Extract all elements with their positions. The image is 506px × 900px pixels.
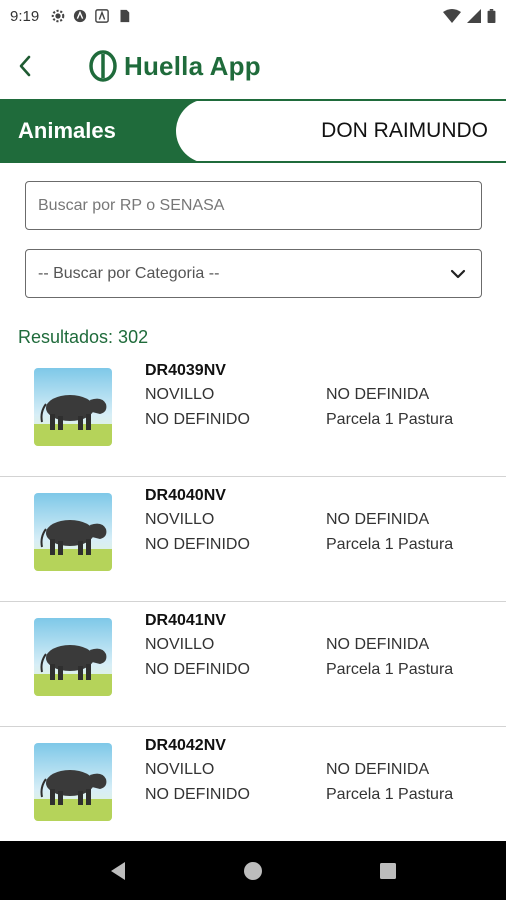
animal-location: Parcela 1 Pastura [326,786,454,803]
animal-list-item[interactable]: DR4040NV NOVILLO NO DEFINIDO NO DEFINIDA… [0,477,506,602]
cow-thumbnail-icon [34,493,112,571]
signal-icon [467,9,481,23]
animal-rp: DR4040NV [145,487,226,504]
animal-rp: DR4041NV [145,612,226,629]
chevron-left-icon [19,55,31,77]
animal-status: NO DEFINIDA [326,511,430,528]
animal-category: NOVILLO [145,761,215,778]
triangle-back-icon [110,861,125,880]
animal-status: NO DEFINIDA [326,761,430,778]
app-bar: Huella App [0,36,506,96]
cow-thumbnail-icon [34,368,112,446]
battery-icon [487,9,496,23]
section-header: Animales DON RAIMUNDO [0,99,506,163]
animal-breed: NO DEFINIDO [145,661,250,678]
font-notification-icon [95,9,110,23]
category-dropdown[interactable]: -- Buscar por Categoria -- [25,249,482,298]
back-button[interactable] [0,36,50,96]
search-field[interactable] [25,181,482,230]
animal-list-item[interactable]: DR4041NV NOVILLO NO DEFINIDO NO DEFINIDA… [0,602,506,727]
animal-list-item[interactable]: DR4039NV NOVILLO NO DEFINIDO NO DEFINIDA… [0,352,506,477]
system-nav-bar [0,841,506,900]
status-right-icons [443,9,496,23]
animal-category: NOVILLO [145,386,215,403]
animal-breed: NO DEFINIDO [145,786,250,803]
animal-category: NOVILLO [145,511,215,528]
wifi-icon [443,9,461,23]
nav-back-button[interactable] [98,851,138,891]
header-curve [176,101,246,161]
results-count: Resultados: 302 [18,327,149,347]
status-left-icons [51,9,131,23]
settings-icon [51,9,65,23]
app-title: Huella App [124,50,261,81]
animal-list: DR4039NV NOVILLO NO DEFINIDO NO DEFINIDA… [0,352,506,852]
search-input[interactable] [38,196,481,215]
farm-name[interactable]: DON RAIMUNDO [321,101,488,161]
animal-location: Parcela 1 Pastura [326,536,454,553]
app-logo: Huella App [88,49,261,83]
nav-home-button[interactable] [233,851,273,891]
circle-home-icon [243,861,262,880]
category-selected-value: -- Buscar por Categoria -- [38,264,220,282]
status-bar: 9:19 [0,0,506,32]
animal-status: NO DEFINIDA [326,636,430,653]
animal-rp: DR4042NV [145,737,226,754]
animal-breed: NO DEFINIDO [145,536,250,553]
chevron-down-icon [450,269,466,278]
animal-list-item[interactable]: DR4042NV NOVILLO NO DEFINIDO NO DEFINIDA… [0,727,506,852]
square-recents-icon [380,862,397,879]
fingerprint-logo-icon [89,50,117,82]
tab-animales[interactable]: Animales [0,101,200,161]
animal-location: Parcela 1 Pastura [326,661,454,678]
app-notification-icon [74,9,87,23]
status-time: 9:19 [10,7,40,25]
cow-thumbnail-icon [34,743,112,821]
animal-breed: NO DEFINIDO [145,411,250,428]
animal-rp: DR4039NV [145,362,226,379]
animal-location: Parcela 1 Pastura [326,411,454,428]
nav-recents-button[interactable] [368,851,408,891]
animal-status: NO DEFINIDA [326,386,430,403]
cow-thumbnail-icon [34,618,112,696]
sd-card-icon [120,9,130,23]
animal-category: NOVILLO [145,636,215,653]
